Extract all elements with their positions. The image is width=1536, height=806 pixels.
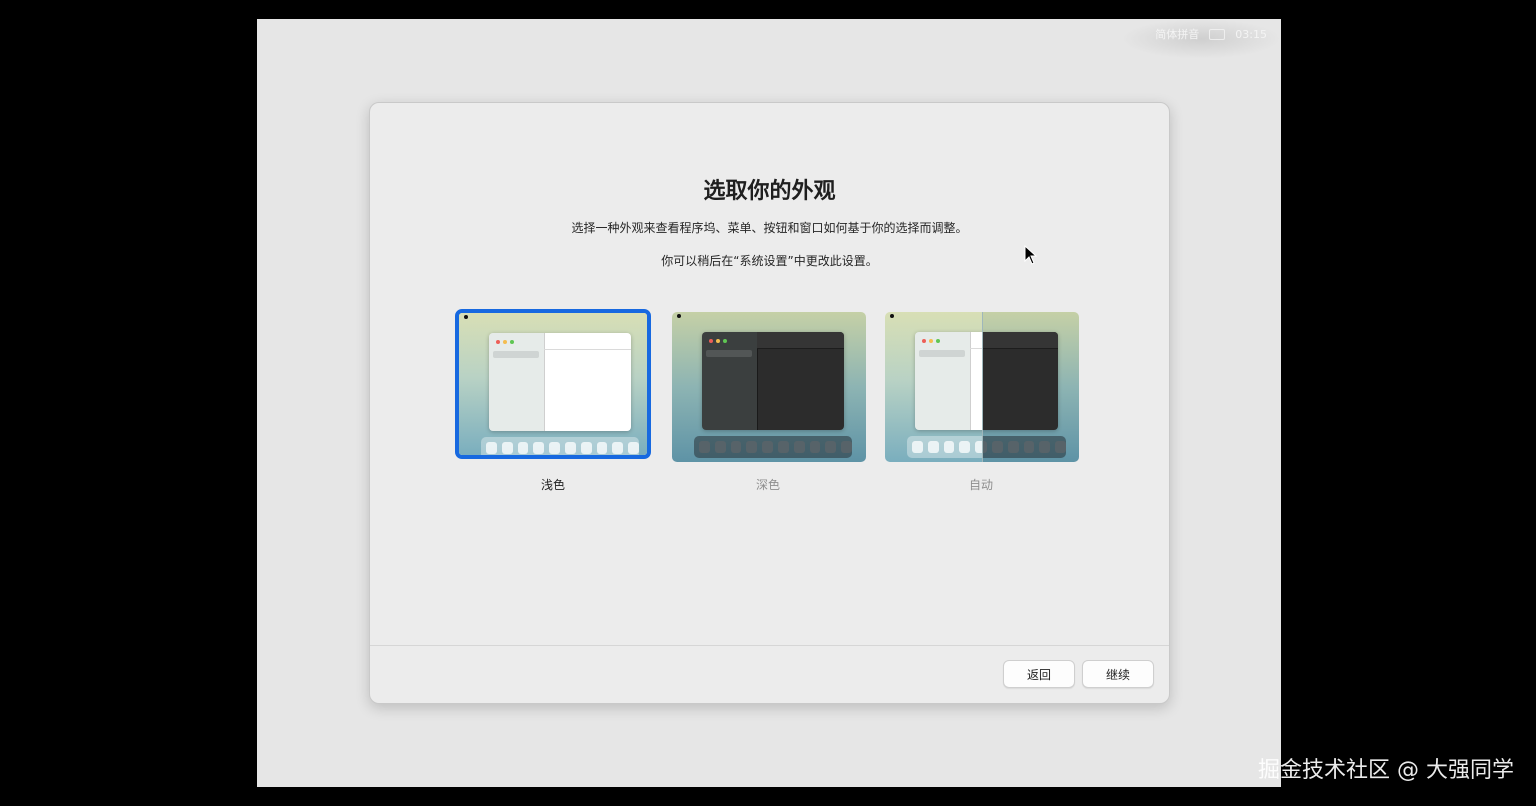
back-button[interactable]: 返回 [1003, 660, 1075, 688]
option-label-light: 浅色 [540, 478, 565, 492]
dialog-footer: 返回 继续 [370, 645, 1169, 703]
apple-logo-icon [677, 314, 681, 318]
appearance-dialog: 选取你的外观 选择一种外观来查看程序坞、菜单、按钮和窗口如何基于你的选择而调整。… [369, 102, 1170, 704]
apple-logo-icon [464, 315, 468, 319]
preview-window [702, 332, 844, 430]
dark-preview[interactable] [672, 312, 866, 462]
continue-button[interactable]: 继续 [1082, 660, 1154, 688]
settings-note: 你可以稍后在“系统设置”中更改此设置。 [661, 254, 878, 268]
auto-preview[interactable] [885, 312, 1079, 462]
clock: 03:15 [1235, 27, 1267, 41]
setup-screen: 简体拼音 03:15 选取你的外观 选择一种外观来查看程序坞、菜单、按钮和窗口如… [257, 19, 1281, 787]
watermark: 掘金技术社区 @ 大强同学 [1258, 758, 1514, 783]
preview-dock [481, 437, 639, 455]
auto-preview-dark-half [982, 312, 1079, 462]
keyboard-icon[interactable] [1209, 28, 1226, 40]
appearance-option-dark[interactable]: 深色 [670, 312, 866, 492]
light-preview[interactable] [455, 309, 651, 459]
appearance-option-auto[interactable]: 自动 [883, 312, 1079, 492]
option-label-auto: 自动 [968, 478, 993, 492]
input-method-label[interactable]: 简体拼音 [1155, 26, 1199, 42]
option-label-dark: 深色 [755, 478, 780, 492]
page-title: 选取你的外观 [703, 179, 836, 204]
page-subtitle: 选择一种外观来查看程序坞、菜单、按钮和窗口如何基于你的选择而调整。 [571, 221, 968, 235]
mouse-cursor-icon [1024, 245, 1038, 265]
appearance-option-light[interactable]: 浅色 [455, 309, 651, 492]
auto-preview-light-half [885, 312, 982, 462]
preview-dock [694, 436, 852, 458]
menubar-status: 简体拼音 03:15 [1155, 25, 1267, 43]
preview-window [489, 333, 631, 431]
